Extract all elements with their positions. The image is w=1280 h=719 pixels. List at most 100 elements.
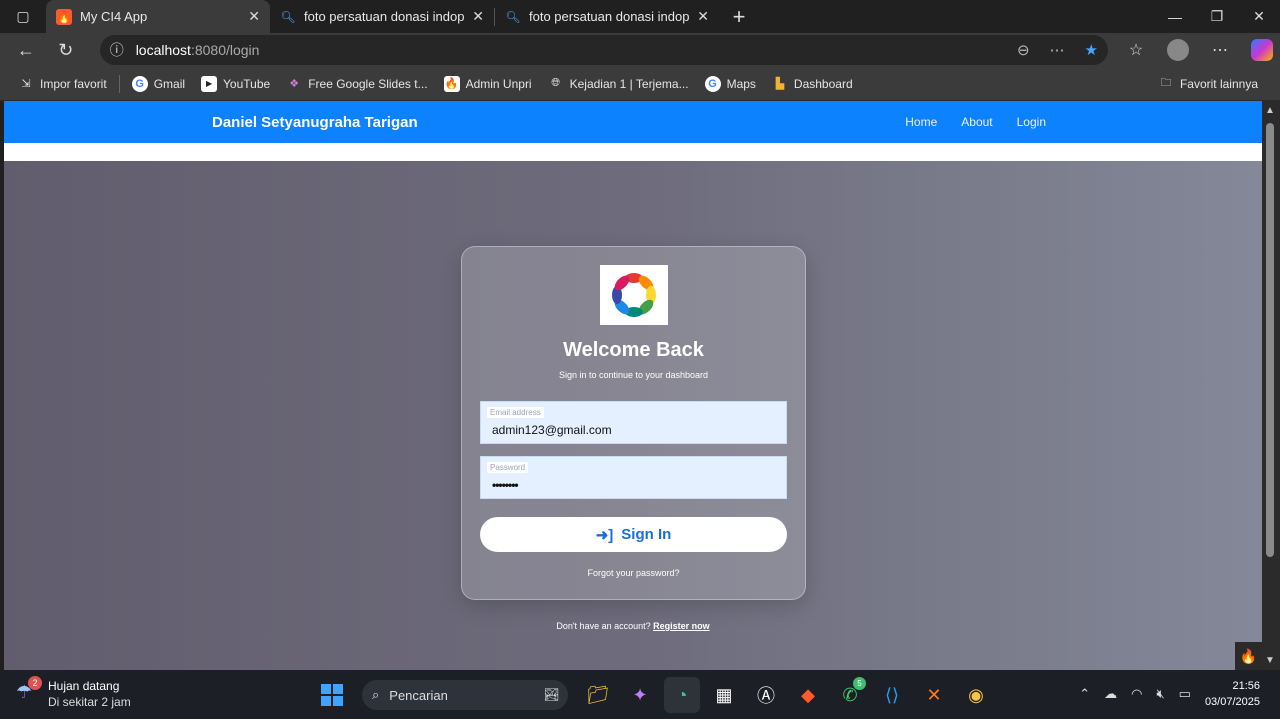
weather-badge: 2 xyxy=(28,676,42,690)
scroll-up-icon[interactable]: ▲ xyxy=(1265,105,1275,116)
info-icon[interactable]: ⓘ xyxy=(110,40,124,60)
bookmark-label: Impor favorit xyxy=(40,76,107,91)
bookmark-kejadian[interactable]: 🌐︎ Kejadian 1 | Terjema... xyxy=(540,76,697,92)
zoom-icon[interactable]: ⊖ xyxy=(1017,41,1030,59)
bookmark-admin-unpri[interactable]: 🔥 Admin Unpri xyxy=(436,75,540,92)
bookmark-label: Free Google Slides t... xyxy=(308,76,428,91)
scroll-thumb[interactable] xyxy=(1266,123,1274,557)
sign-in-button[interactable]: ➜] Sign In xyxy=(480,517,787,552)
tab-title: foto persatuan donasi indopride - xyxy=(529,9,690,24)
bookmark-label: Kejadian 1 | Terjema... xyxy=(569,76,689,91)
clock[interactable]: 21:56 03/07/2025 xyxy=(1205,678,1260,710)
site-navbar: Daniel Setyanugraha Tarigan Home About L… xyxy=(4,101,1262,143)
address-bar[interactable]: ⓘ localhost:8080/login ⊖ ⋯ ★ xyxy=(99,35,1108,65)
copilot-app-icon[interactable]: ✦ xyxy=(622,677,658,713)
page-scrollbar[interactable]: ▲ ▼ xyxy=(1262,101,1280,670)
close-icon[interactable]: ✕ xyxy=(472,8,484,25)
weather-subtitle: Di sekitar 2 jam xyxy=(48,695,131,709)
navbar-gap xyxy=(4,143,1262,161)
login-card: Welcome Back Sign in to continue to your… xyxy=(461,246,806,600)
microsoft-store-icon[interactable]: ▦ xyxy=(706,677,742,713)
close-icon[interactable]: ✕ xyxy=(697,8,709,25)
bookmark-label: Gmail xyxy=(153,76,186,91)
browser-titlebar: ▢ 🔥 My CI4 App ✕ 🔍︎ foto persatuan donas… xyxy=(0,0,1280,33)
volume-muted-icon[interactable]: 🔇︎ xyxy=(1156,686,1164,702)
onedrive-icon[interactable]: ☁ xyxy=(1104,686,1117,702)
brave-browser-icon[interactable]: ◆ xyxy=(790,677,826,713)
new-tab-button[interactable]: + xyxy=(719,0,759,33)
scroll-down-icon[interactable]: ▼ xyxy=(1265,655,1275,666)
codeigniter-icon: 🔥 xyxy=(56,8,72,25)
nav-about[interactable]: About xyxy=(961,115,992,129)
url-path: :8080/login xyxy=(190,42,260,58)
maximize-icon[interactable]: ❐ xyxy=(1196,0,1238,33)
register-link[interactable]: Register now xyxy=(653,621,710,631)
favorites-icon[interactable]: ☆ xyxy=(1118,35,1154,65)
folder-icon: 🗀 xyxy=(1160,77,1172,89)
close-window-icon[interactable]: ✕ xyxy=(1238,0,1280,33)
weather-widget[interactable]: ☂ 2 Hujan datang Di sekitar 2 jam xyxy=(16,676,131,710)
bookmark-label: Maps xyxy=(726,76,756,91)
copilot-icon[interactable] xyxy=(1250,39,1273,61)
google-icon: G xyxy=(131,75,148,92)
forgot-password-link[interactable]: Forgot your password? xyxy=(462,568,805,578)
bookmark-slides[interactable]: ❖ Free Google Slides t... xyxy=(278,76,435,92)
more-tools-icon[interactable]: ⋯ xyxy=(1050,41,1065,59)
edge-browser-icon[interactable]: ◔ xyxy=(664,677,700,713)
bookmark-divider xyxy=(118,74,120,93)
settings-more-icon[interactable]: ⋯ xyxy=(1202,35,1238,65)
password-value: •••••••• xyxy=(492,478,519,492)
nav-home[interactable]: Home xyxy=(905,115,937,129)
bookmark-gmail[interactable]: G Gmail xyxy=(124,75,193,92)
tab-my-ci4-app[interactable]: 🔥 My CI4 App ✕ xyxy=(46,0,270,33)
ci-debug-toolbar-icon[interactable]: 🔥 xyxy=(1235,642,1262,670)
profile-avatar[interactable] xyxy=(1166,39,1189,61)
page-viewport: Daniel Setyanugraha Tarigan Home About L… xyxy=(4,101,1262,670)
bookmark-label: Favorit lainnya xyxy=(1179,76,1258,91)
bookmark-youtube[interactable]: ▶ YouTube xyxy=(193,75,278,92)
chrome-icon[interactable]: ◉ xyxy=(958,677,994,713)
close-icon[interactable]: ✕ xyxy=(248,8,260,25)
xampp-icon[interactable]: ✕ xyxy=(916,677,952,713)
search-icon: 🔍︎ xyxy=(505,9,521,24)
search-highlight-icon: 🏞︎ xyxy=(543,687,560,702)
minimize-icon[interactable]: — xyxy=(1154,0,1196,33)
bookmark-dashboard[interactable]: ▙ Dashboard xyxy=(764,76,861,92)
weather-title: Hujan datang xyxy=(48,679,120,693)
back-button[interactable]: ← xyxy=(6,33,46,67)
reload-button[interactable]: ↻ xyxy=(46,33,86,67)
globe-icon: 🌐︎ xyxy=(551,77,561,89)
whatsapp-badge: 5 xyxy=(853,677,866,690)
chevron-up-icon[interactable]: ⌃ xyxy=(1079,686,1090,702)
email-field[interactable]: Email address admin123@gmail.com xyxy=(480,401,787,444)
start-button[interactable] xyxy=(314,677,350,713)
wifi-icon[interactable]: ◠ xyxy=(1131,686,1142,702)
vscode-icon[interactable]: ⟨⟩ xyxy=(874,677,910,713)
tab-title: My CI4 App xyxy=(80,9,148,24)
tab-search-1[interactable]: 🔍︎ foto persatuan donasi indopride - ✕ xyxy=(270,0,494,33)
app-store-icon[interactable]: Ⓐ xyxy=(748,677,784,713)
codeigniter-icon: 🔥 xyxy=(443,75,460,92)
bookmark-maps[interactable]: G Maps xyxy=(697,75,764,92)
file-explorer-icon[interactable]: 📁︎ xyxy=(580,677,616,713)
login-title: Welcome Back xyxy=(563,339,704,361)
taskbar-search[interactable]: ⌕ Pencarian 🏞︎ xyxy=(362,680,568,710)
favorite-star-icon[interactable]: ★ xyxy=(1085,41,1098,59)
bookmark-import[interactable]: ⇲ Impor favorit xyxy=(10,76,115,92)
email-value: admin123@gmail.com xyxy=(492,423,612,437)
password-field[interactable]: Password •••••••• xyxy=(480,456,787,499)
site-logo xyxy=(600,265,668,325)
nav-login[interactable]: Login xyxy=(1017,115,1046,129)
site-brand[interactable]: Daniel Setyanugraha Tarigan xyxy=(212,114,418,131)
youtube-icon: ▶ xyxy=(201,75,218,92)
whatsapp-icon[interactable]: ✆ 5 xyxy=(832,677,868,713)
tab-search-2[interactable]: 🔍︎ foto persatuan donasi indopride - ✕ xyxy=(495,0,719,33)
bookmark-other-favorites[interactable]: 🗀 Favorit lainnya xyxy=(1150,76,1266,92)
bookmark-label: YouTube xyxy=(223,76,271,91)
register-text: Don't have an account? xyxy=(556,621,651,631)
battery-icon[interactable]: ▭ xyxy=(1179,686,1191,702)
sign-in-label: Sign In xyxy=(621,526,672,543)
import-icon: ⇲ xyxy=(21,78,31,90)
bookmark-label: Dashboard xyxy=(793,76,853,91)
tab-actions-icon[interactable]: ▢ xyxy=(0,0,46,33)
